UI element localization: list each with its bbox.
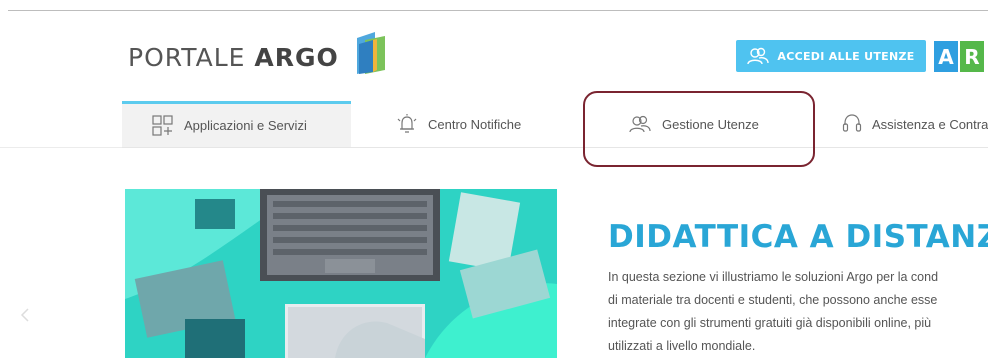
top-divider: [8, 10, 988, 11]
portale-argo-logo[interactable]: PORTALE ARGO: [128, 32, 387, 80]
hero-line: utilizzati a livello mondiale.: [608, 339, 756, 353]
argo-brand-badge[interactable]: A R: [934, 41, 986, 72]
nav-item-applicazioni-servizi[interactable]: Applicazioni e Servizi: [122, 101, 351, 147]
accedi-alle-utenze-button[interactable]: ACCEDI ALLE UTENZE: [736, 40, 926, 72]
brand-letter-r: R: [960, 41, 984, 72]
nav-item-centro-notifiche[interactable]: Centro Notifiche: [396, 101, 521, 147]
nav-item-assistenza[interactable]: Assistenza e Contra: [842, 101, 988, 147]
hero-title: DIDATTICA A DISTANZ: [608, 219, 988, 255]
nav-label: Assistenza e Contra: [872, 116, 988, 132]
carousel-prev-icon[interactable]: [20, 308, 30, 322]
users-icon: [747, 47, 770, 65]
gestione-utenze-highlight: [583, 91, 815, 167]
hero-image: [125, 189, 557, 358]
book-logo-icon: [356, 32, 385, 74]
main-nav: Applicazioni e Servizi Centro Notifiche …: [122, 101, 988, 148]
bell-icon: [397, 114, 417, 133]
brand-letter-a: A: [934, 41, 958, 72]
logo-text: PORTALE ARGO: [128, 42, 339, 72]
nav-label: Centro Notifiche: [428, 116, 522, 132]
hero-line: integrate con gli strumenti gratuiti già…: [608, 316, 932, 330]
hero-line: di materiale tra docenti e studenti, che…: [608, 293, 938, 307]
apps-grid-icon: [152, 114, 173, 136]
desk-illustration: [125, 189, 557, 358]
hero-description: In questa sezione vi illustriamo le solu…: [608, 266, 988, 358]
hero-line: In questa sezione vi illustriamo le solu…: [608, 270, 939, 284]
accedi-label: ACCEDI ALLE UTENZE: [777, 49, 915, 63]
nav-divider-left: [0, 147, 122, 148]
nav-label: Applicazioni e Servizi: [184, 118, 307, 133]
headset-icon: [842, 114, 862, 132]
